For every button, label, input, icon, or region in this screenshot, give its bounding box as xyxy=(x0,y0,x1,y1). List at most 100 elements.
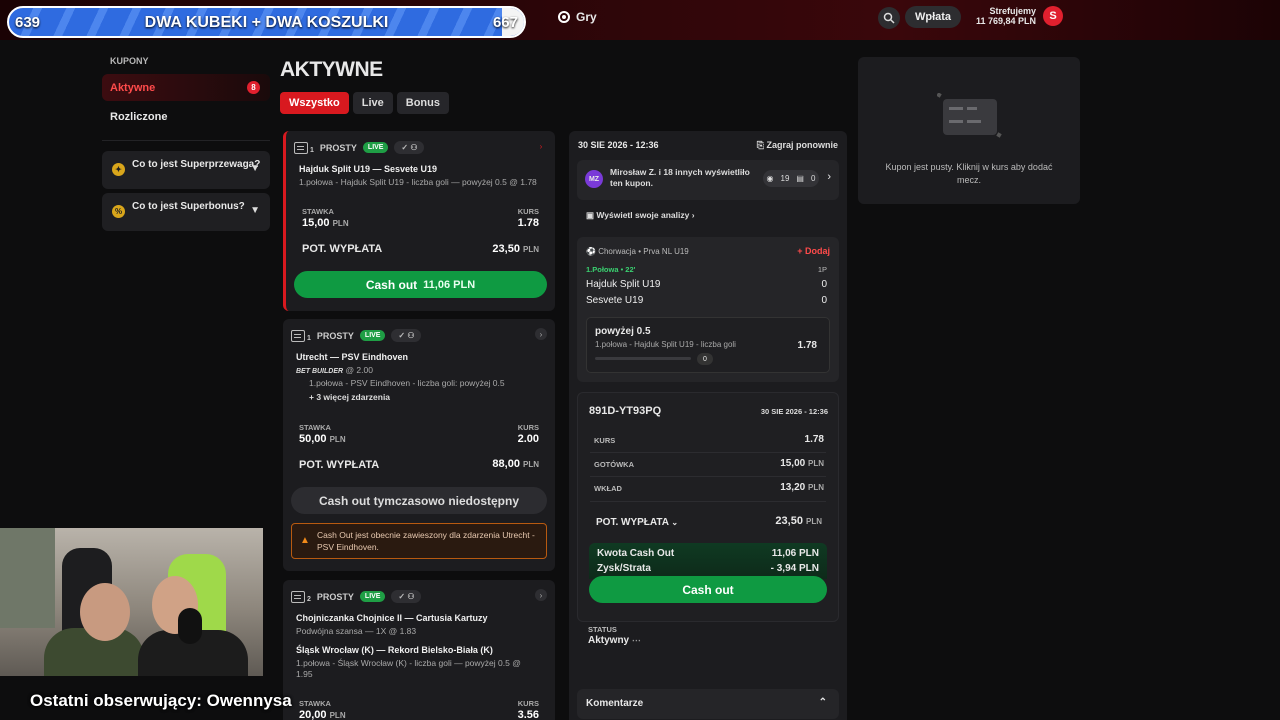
potential-payout-toggle[interactable]: POT. WYPŁATA ⌄ xyxy=(596,517,678,528)
potential-payout-value: 88,00 PLN xyxy=(492,458,539,470)
odds-label: KURS xyxy=(517,699,539,708)
comments-section[interactable]: Komentarze ⌃ xyxy=(577,689,839,719)
match-name: Utrecht — PSV Eindhoven xyxy=(296,352,409,362)
share-icon[interactable]: ✓ ⚇ xyxy=(391,329,422,342)
share-icon[interactable]: ✓ ⚇ xyxy=(391,590,422,603)
slip-icon xyxy=(291,590,305,603)
bet-card[interactable]: 1 PROSTY LIVE ✓ ⚇ › Hajduk Split U19 — S… xyxy=(283,131,555,311)
chevron-right-icon[interactable]: › xyxy=(535,589,547,601)
period-label: 1P xyxy=(817,265,827,274)
webcam-feed xyxy=(0,528,263,676)
live-badge: LIVE xyxy=(359,591,386,602)
cashout-button[interactable]: Cash out 11,06 PLN xyxy=(294,271,547,298)
profit-label: Zysk/Strata xyxy=(597,563,651,574)
match-name: Chojniczanka Chojnice II — Cartusia Kart… xyxy=(296,613,488,623)
share-icon[interactable]: ✓ ⚇ xyxy=(394,141,425,154)
sidebar-item-settled[interactable]: Rozliczone xyxy=(102,103,270,130)
replay-button[interactable]: ⎘ Zagraj ponownie xyxy=(757,140,838,151)
stake-value: 20,00 PLN xyxy=(299,709,346,720)
bet-card[interactable]: 1 PROSTY LIVE ✓ ⚇ › Utrecht — PSV Eindho… xyxy=(283,319,555,571)
microphone xyxy=(178,608,202,644)
potential-payout-label: POT. WYPŁATA xyxy=(302,243,383,255)
odds-value: 1.78 xyxy=(804,434,824,445)
bet-card-header: 1 PROSTY LIVE ✓ ⚇ xyxy=(291,329,422,342)
search-icon xyxy=(883,12,895,24)
slip-number: 2 xyxy=(307,596,311,603)
nav-games[interactable]: Gry xyxy=(558,10,597,24)
cashout-summary: Kwota Cash Out 11,06 PLN Zysk/Strata - 3… xyxy=(589,543,827,579)
slip-number: 1 xyxy=(307,335,311,342)
selection-text: Podwójna szansa — 1X @ 1.83 xyxy=(296,626,417,636)
bet-type: PROSTY xyxy=(316,330,354,341)
page-title: AKTYWNE xyxy=(280,58,383,81)
cashout-button[interactable]: Cash out xyxy=(589,576,827,603)
user-name: Strefujemy xyxy=(989,6,1036,16)
viewers-text: Mirosław Z. i 18 innych wyświetliło ten … xyxy=(610,167,750,188)
coupons-sidebar: KUPONY Aktywne 8 Rozliczone ✦ Co to jest… xyxy=(102,50,270,235)
home-team: Hajduk Split U19 xyxy=(586,279,661,290)
sidebar-item-label: Aktywne xyxy=(110,81,156,94)
stake-label: STAWKA xyxy=(299,423,331,432)
stake-value: 50,00 PLN xyxy=(299,433,346,445)
eye-icon: ◉ xyxy=(766,174,774,183)
bet-card-header: 2 PROSTY LIVE ✓ ⚇ xyxy=(291,590,422,603)
search-button[interactable] xyxy=(878,7,900,29)
chevron-down-icon: ▼ xyxy=(250,163,260,174)
chevron-down-icon: ⌄ xyxy=(671,518,679,527)
stake-label: STAWKA xyxy=(302,207,334,216)
home-score: 0 xyxy=(821,279,827,290)
status-label: STATUS xyxy=(588,625,617,634)
selection-odds: 1.78 xyxy=(797,340,817,351)
shield-icon: ✦ xyxy=(112,163,125,176)
balance-amount: 11 769,84 PLN xyxy=(975,16,1036,26)
selection-desc: 1.połowa - Hajduk Split U19 - liczba gol… xyxy=(595,340,736,349)
slip-icon xyxy=(291,329,305,342)
more-events-link[interactable]: + 3 więcej zdarzenia xyxy=(309,392,390,402)
potential-payout-value: 23,50 PLN xyxy=(775,515,822,527)
stake-value: 15,00 PLN xyxy=(302,217,349,229)
copy-icon: ▤ xyxy=(796,174,804,183)
stake-label: STAWKA xyxy=(299,699,331,708)
divider xyxy=(590,452,826,453)
cam-window xyxy=(0,528,55,628)
add-button[interactable]: + Dodaj xyxy=(797,246,830,256)
coupon-date: 30 SIE 2026 - 12:36 xyxy=(760,407,828,416)
cash-value: 15,00 PLN xyxy=(780,458,824,469)
goal-progress-bar: 639 DWA KUBEKI + DWA KOSZULKI 667 xyxy=(7,6,526,38)
view-analysis-link[interactable]: ▣ Wyświetl swoje analizy › xyxy=(586,210,695,221)
sidebar-item-active[interactable]: Aktywne 8 xyxy=(102,74,270,101)
tab-all[interactable]: Wszystko xyxy=(280,92,349,114)
tab-bonus[interactable]: Bonus xyxy=(396,92,449,114)
selection-count: 0 xyxy=(697,353,713,365)
soccer-ball-icon: ⚽ xyxy=(586,247,596,256)
sidebar-title: KUPONY xyxy=(110,56,149,66)
odds-label: KURS xyxy=(594,436,616,445)
chevron-right-icon[interactable]: › xyxy=(535,328,547,340)
league-label: ⚽ Chorwacja • Prva NL U19 xyxy=(586,247,689,256)
divider xyxy=(590,501,826,502)
match-name: Śląsk Wrocław (K) — Rekord Bielsko-Biała… xyxy=(296,645,493,655)
chevron-up-icon: ⌃ xyxy=(818,697,827,708)
ticket-icon xyxy=(937,93,1002,138)
chevron-down-icon: ▼ xyxy=(250,205,260,216)
divider xyxy=(102,140,270,141)
away-score: 0 xyxy=(821,295,827,306)
info-card-label: Co to jest Superbonus? xyxy=(132,201,245,212)
superprzewaga-info[interactable]: ✦ Co to jest Superprzewaga? ▼ xyxy=(102,151,270,189)
bet-card[interactable]: 2 PROSTY LIVE ✓ ⚇ › Chojniczanka Chojnic… xyxy=(283,580,555,720)
cashout-amount-value: 11,06 PLN xyxy=(771,548,819,559)
user-balance[interactable]: Strefujemy 11 769,84 PLN xyxy=(970,6,1036,26)
deposit-button[interactable]: Wpłata xyxy=(905,6,961,28)
event-box: ⚽ Chorwacja • Prva NL U19 + Dodaj 1.Poło… xyxy=(577,237,839,382)
tab-live[interactable]: Live xyxy=(352,92,393,114)
chevron-right-icon[interactable]: › xyxy=(827,171,831,183)
chevron-right-icon[interactable]: › xyxy=(535,140,547,152)
odds-value: 3.56 xyxy=(517,709,539,720)
replay-icon: ⎘ xyxy=(756,140,764,150)
superbonus-info[interactable]: % Co to jest Superbonus? ▼ xyxy=(102,193,270,231)
user-avatar[interactable]: S xyxy=(1043,6,1063,26)
potential-payout-label: POT. WYPŁATA xyxy=(299,459,380,471)
sidebar-item-label: Rozliczone xyxy=(110,110,168,123)
progress-title: DWA KUBEKI + DWA KOSZULKI xyxy=(144,14,389,31)
coupon-summary: 891D-YT93PQ 30 SIE 2026 - 12:36 KURS 1.7… xyxy=(577,392,839,622)
